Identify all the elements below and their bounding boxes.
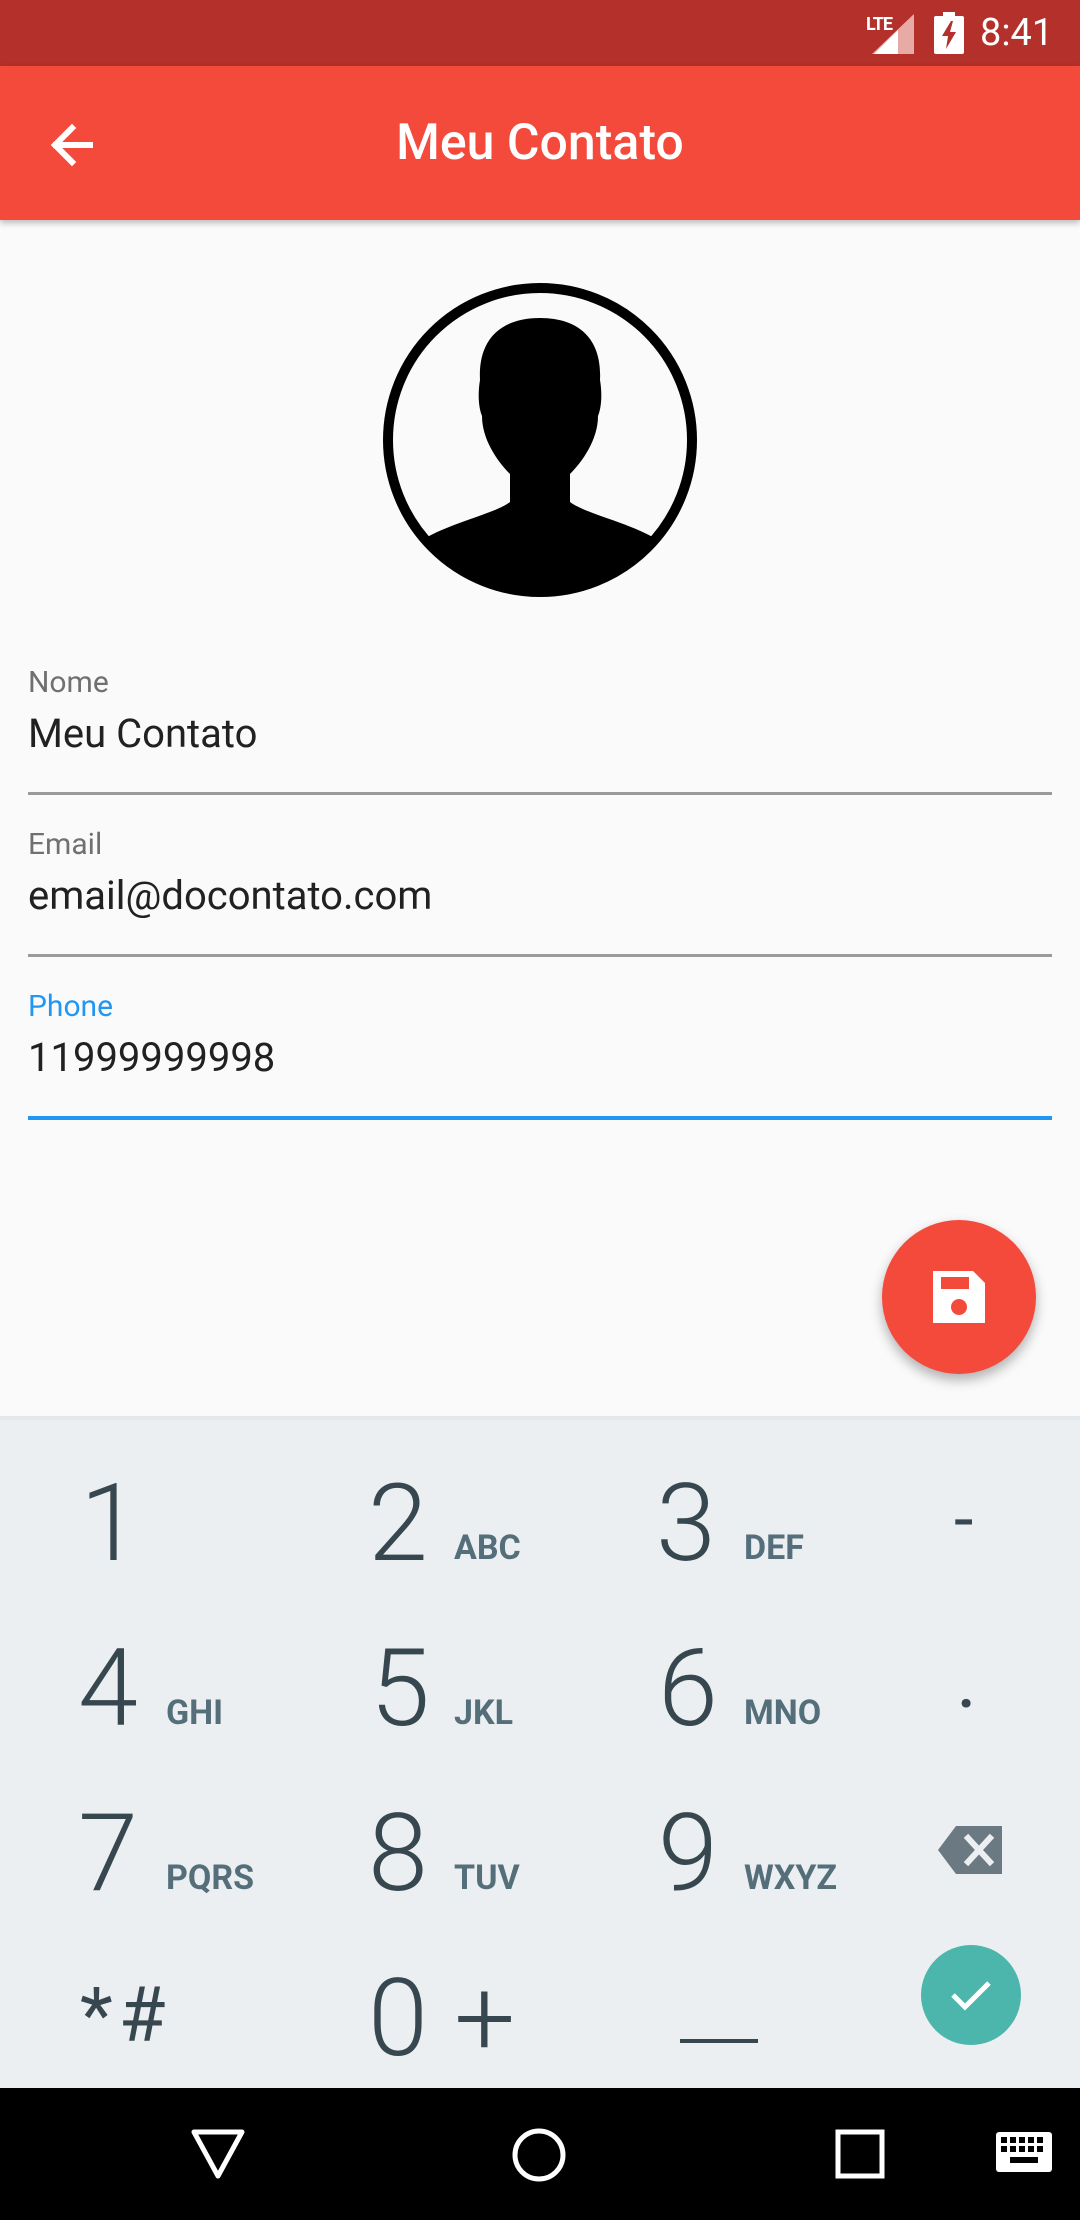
key-9[interactable]: 9 WXYZ xyxy=(620,1770,870,1930)
keyboard-icon[interactable] xyxy=(996,2132,1052,2172)
signal-icon xyxy=(872,14,914,54)
email-field[interactable]: Email email@docontato.com xyxy=(28,826,1052,958)
backspace-icon xyxy=(938,1826,1002,1874)
email-input[interactable]: email@docontato.com xyxy=(28,868,1052,924)
email-label: Email xyxy=(28,827,103,862)
key-letters: WXYZ xyxy=(744,1858,838,1898)
key-digit: . xyxy=(956,1633,978,1727)
space-key[interactable] xyxy=(620,1935,870,2095)
done-button[interactable] xyxy=(921,1945,1021,2045)
key-5[interactable]: 5 JKL xyxy=(330,1605,580,1765)
backspace-key[interactable] xyxy=(900,1770,1050,1930)
key-letters: ABC xyxy=(454,1528,521,1568)
navigation-bar xyxy=(0,2088,1080,2220)
phone-field[interactable]: Phone 11999999998 xyxy=(28,988,1052,1122)
key-letters: TUV xyxy=(454,1858,520,1898)
contact-avatar[interactable] xyxy=(382,282,698,598)
name-label: Nome xyxy=(28,665,109,700)
key-digit: 8 xyxy=(368,1791,428,1917)
email-underline xyxy=(28,954,1052,957)
space-bar-icon xyxy=(680,2039,758,2043)
key-star-hash[interactable]: *# xyxy=(40,1935,290,2095)
battery-charging-icon xyxy=(934,12,964,54)
key-letters: GHI xyxy=(166,1693,224,1733)
key-digit: 1 xyxy=(80,1461,140,1587)
key-letters: PQRS xyxy=(166,1858,255,1898)
key-2[interactable]: 2 ABC xyxy=(330,1440,580,1600)
name-underline xyxy=(28,792,1052,795)
key-digit: 3 xyxy=(656,1461,716,1587)
nav-home-circle-icon[interactable] xyxy=(510,2126,568,2184)
key-dash[interactable]: - xyxy=(900,1440,1050,1600)
key-letters: DEF xyxy=(744,1528,804,1568)
key-digit: 9 xyxy=(658,1791,718,1917)
key-7[interactable]: 7 PQRS xyxy=(40,1770,290,1930)
phone-label: Phone xyxy=(28,989,114,1024)
name-field[interactable]: Nome Meu Contato xyxy=(28,664,1052,796)
clock: 8:41 xyxy=(980,11,1054,55)
nav-recents-square-icon[interactable] xyxy=(834,2128,886,2180)
key-1[interactable]: 1 xyxy=(40,1440,290,1600)
key-0-plus[interactable]: 0 + xyxy=(330,1935,580,2095)
screen: LTE 8:41 Meu Contato Nome Meu Contato Em… xyxy=(0,0,1080,2220)
page-title: Meu Contato xyxy=(396,114,684,172)
key-digit: *# xyxy=(80,1970,172,2060)
key-letters: JKL xyxy=(454,1693,514,1733)
key-digit: 5 xyxy=(370,1626,430,1752)
nav-back-triangle-icon[interactable] xyxy=(190,2126,246,2182)
phone-input[interactable]: 11999999998 xyxy=(28,1030,1052,1086)
key-8[interactable]: 8 TUV xyxy=(330,1770,580,1930)
phone-underline xyxy=(28,1116,1052,1120)
key-digit: - xyxy=(954,1479,974,1561)
key-digit: 0 + xyxy=(368,1956,516,2082)
key-3[interactable]: 3 DEF xyxy=(620,1440,870,1600)
numeric-keyboard: 1 2 ABC 3 DEF - 4 GHI 5 JKL 6 MNO . 7 PQ… xyxy=(0,1416,1080,2088)
key-digit: 6 xyxy=(658,1626,718,1752)
person-silhouette-icon xyxy=(383,283,697,597)
key-period[interactable]: . xyxy=(900,1605,1050,1765)
key-digit: 2 xyxy=(368,1461,428,1587)
key-letters: MNO xyxy=(744,1693,822,1733)
status-bar: LTE 8:41 xyxy=(0,0,1080,66)
app-bar: Meu Contato xyxy=(0,66,1080,220)
checkmark-icon xyxy=(951,1981,991,2011)
key-digit: 4 xyxy=(78,1626,138,1752)
key-digit: 7 xyxy=(78,1791,138,1917)
save-floppy-icon xyxy=(933,1271,985,1323)
key-4[interactable]: 4 GHI xyxy=(40,1605,290,1765)
name-input[interactable]: Meu Contato xyxy=(28,706,1052,762)
key-6[interactable]: 6 MNO xyxy=(620,1605,870,1765)
save-button[interactable] xyxy=(882,1220,1036,1374)
